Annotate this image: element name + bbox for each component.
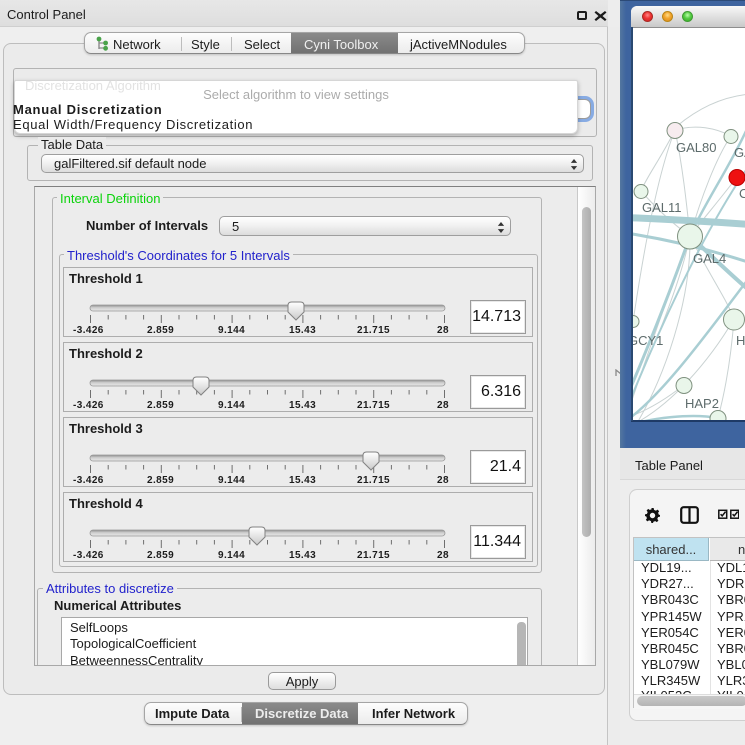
svg-text:GAL11: GAL11 xyxy=(642,200,682,215)
svg-text:GA: GA xyxy=(734,145,745,160)
svg-text:C: C xyxy=(739,186,745,201)
svg-text:HAP2: HAP2 xyxy=(685,396,719,411)
svg-text:GAL80: GAL80 xyxy=(676,140,716,155)
svg-text:GCY1: GCY1 xyxy=(631,333,663,348)
svg-text:GAL4: GAL4 xyxy=(693,251,726,266)
svg-text:H: H xyxy=(736,333,745,348)
